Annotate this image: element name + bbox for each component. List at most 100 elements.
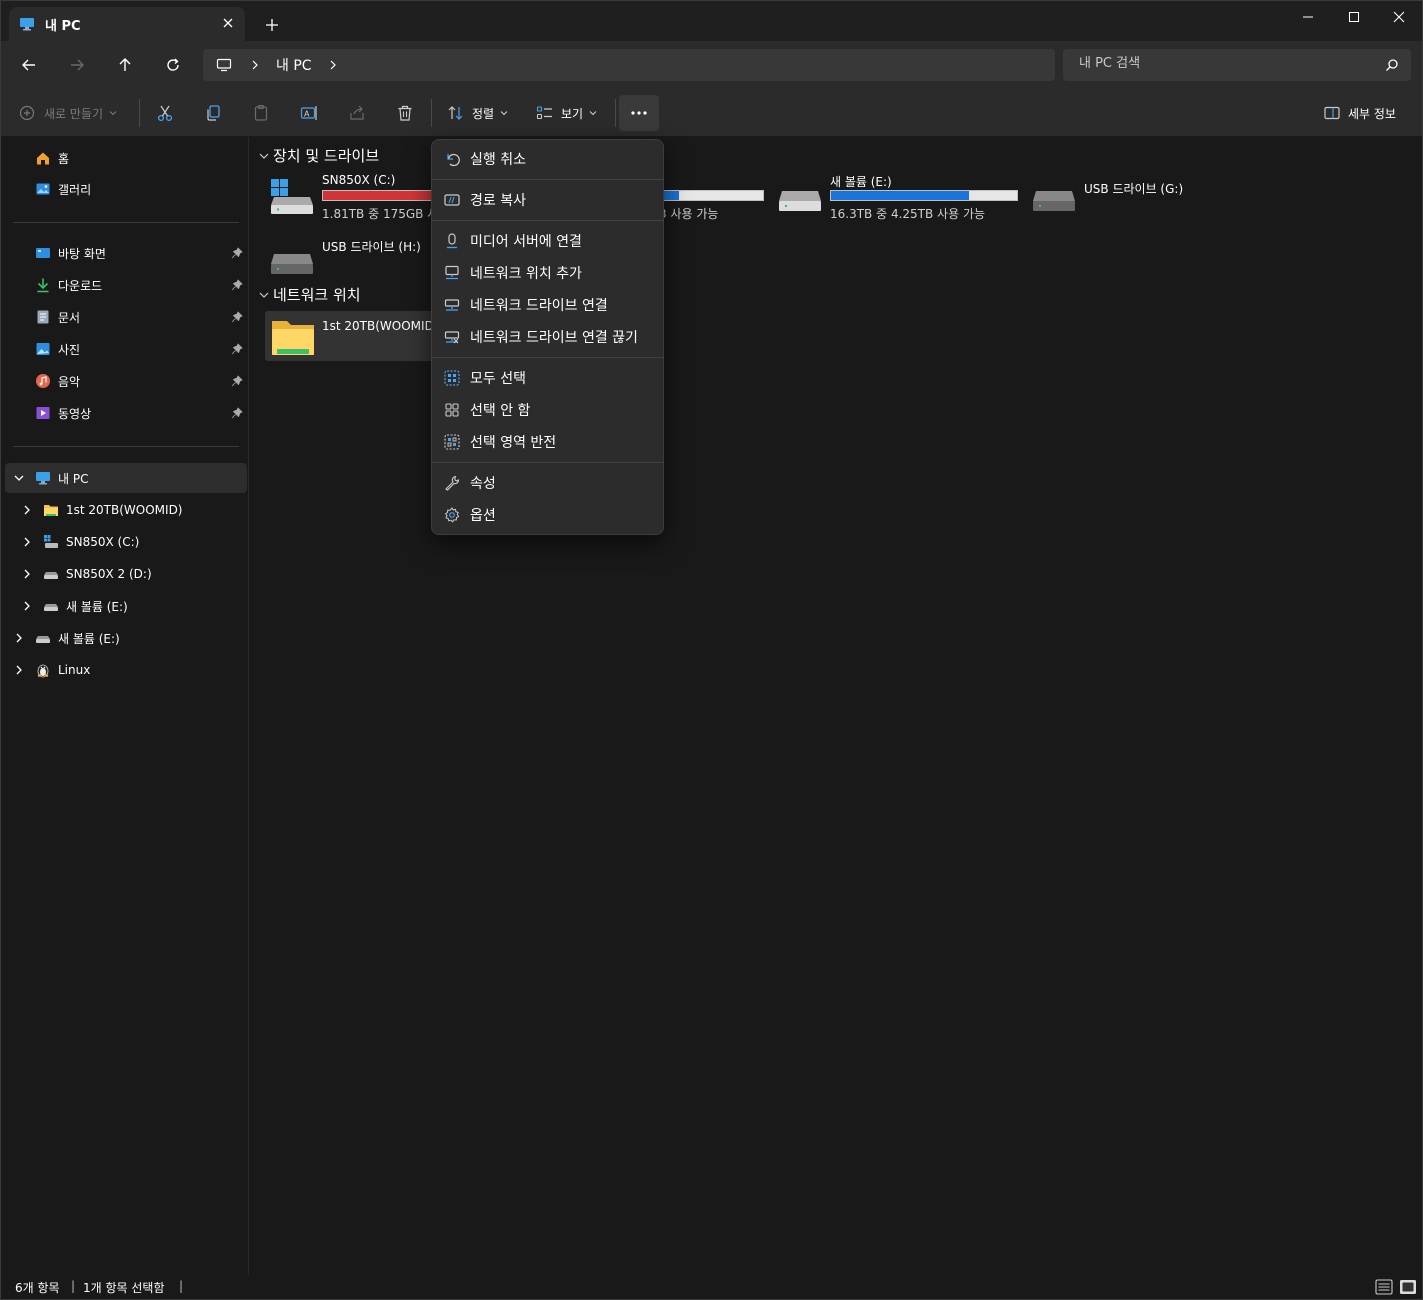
view-button[interactable]: 보기 — [536, 97, 597, 129]
new-tab-icon[interactable] — [263, 16, 281, 34]
close-window-button[interactable] — [1376, 5, 1422, 29]
maximize-button[interactable] — [1331, 5, 1377, 29]
sidebar-item-downloads[interactable]: 다운로드 — [5, 270, 247, 300]
sidebar-item-pictures[interactable]: 사진 — [5, 334, 247, 364]
drive-tile-usb-g[interactable]: USB 드라이브 (G:) — [1032, 173, 1232, 223]
copy-button[interactable] — [204, 97, 222, 129]
see-more-menu: 실행 취소 경로 복사 미디어 서버에 연결 네트워크 위치 추가 네트워크 드… — [431, 139, 664, 535]
scissors-icon — [157, 105, 173, 122]
menu-item-select-none[interactable]: 선택 안 함 — [436, 395, 660, 425]
pin-icon[interactable] — [231, 279, 243, 291]
minimize-button[interactable] — [1285, 5, 1331, 29]
chevron-right-icon[interactable] — [13, 632, 25, 644]
sidebar-item-label: 문서 — [58, 310, 81, 325]
large-icons-view-icon[interactable] — [1399, 1279, 1417, 1295]
close-tab-icon[interactable] — [221, 16, 235, 30]
see-more-button[interactable] — [619, 95, 659, 131]
sidebar-item-drive-d[interactable]: SN850X 2 (D:) — [5, 559, 247, 589]
tab-title: 내 PC — [45, 18, 81, 34]
network-location-item[interactable]: 1st 20TB(WOOMID) — [265, 311, 439, 361]
menu-separator — [432, 220, 663, 221]
devices-section-header[interactable]: 장치 및 드라이브 — [258, 145, 379, 166]
search-input[interactable] — [1079, 56, 1379, 71]
sidebar-item-drive-e-root[interactable]: 새 볼륨 (E:) — [5, 623, 247, 653]
toolbar-separator — [615, 99, 616, 127]
pin-icon[interactable] — [231, 375, 243, 387]
menu-item-copy-path[interactable]: 경로 복사 — [436, 185, 660, 215]
chevron-right-icon[interactable] — [21, 536, 33, 548]
pictures-icon — [36, 343, 50, 355]
chevron-right-icon[interactable] — [21, 600, 33, 612]
content-pane: 장치 및 드라이브 SN850X (C:) 1.81TB 중 175GB 사 3… — [250, 137, 1422, 1275]
pin-icon[interactable] — [231, 247, 243, 259]
search-box[interactable] — [1063, 49, 1411, 81]
chevron-right-icon[interactable] — [21, 504, 33, 516]
menu-item-label: 네트워크 드라이브 연결 끊기 — [470, 330, 638, 346]
rename-icon: A — [300, 106, 317, 120]
share-button[interactable] — [348, 97, 366, 129]
section-title: 장치 및 드라이브 — [273, 147, 380, 165]
menu-item-invert-selection[interactable]: 선택 영역 반전 — [436, 427, 660, 457]
paste-button[interactable] — [252, 97, 270, 129]
chevron-right-icon[interactable] — [13, 664, 25, 676]
menu-item-label: 옵션 — [470, 508, 496, 524]
sidebar-item-linux[interactable]: Linux — [5, 655, 247, 685]
menu-item-options[interactable]: 옵션 — [436, 500, 660, 530]
chevron-down-icon[interactable] — [13, 472, 25, 484]
pc-icon — [36, 472, 50, 485]
up-button[interactable] — [113, 53, 137, 77]
sidebar-item-label: 1st 20TB(WOOMID) — [66, 503, 183, 517]
drive-free-space: 1.81TB 중 175GB 사 — [322, 207, 439, 221]
sidebar-item-network-folder[interactable]: 1st 20TB(WOOMID) — [5, 495, 247, 525]
menu-item-select-all[interactable]: 모두 선택 — [436, 363, 660, 393]
tab-my-pc[interactable]: 내 PC — [9, 7, 245, 41]
menu-item-disconnect-network-drive[interactable]: 네트워크 드라이브 연결 끊기 — [436, 322, 660, 352]
pin-icon[interactable] — [231, 407, 243, 419]
sidebar-item-my-pc[interactable]: 내 PC — [5, 463, 247, 493]
new-button[interactable]: 새로 만들기 — [19, 97, 117, 129]
sidebar-item-drive-e[interactable]: 새 볼륨 (E:) — [5, 591, 247, 621]
sidebar-item-label: SN850X (C:) — [66, 535, 140, 549]
sidebar-item-label: SN850X 2 (D:) — [66, 567, 152, 581]
sidebar-item-desktop[interactable]: 바탕 화면 — [5, 238, 247, 268]
linux-icon — [37, 664, 49, 678]
sidebar-item-home[interactable]: 홈 — [5, 143, 247, 173]
details-pane-icon — [1324, 106, 1340, 120]
details-view-icon[interactable] — [1375, 1279, 1393, 1295]
drive-tile-e[interactable]: 새 볼륨 (E:) 16.3TB 중 4.25TB 사용 가능 — [778, 173, 1028, 223]
breadcrumb-my-pc[interactable]: 내 PC — [276, 55, 312, 75]
details-pane-button[interactable]: 세부 정보 — [1324, 97, 1396, 129]
drive-name: SN850X (C:) — [322, 173, 396, 187]
menu-item-connect-media-server[interactable]: 미디어 서버에 연결 — [436, 226, 660, 256]
drive-icon — [36, 636, 50, 643]
chevron-down-icon — [109, 111, 117, 116]
search-icon[interactable] — [1385, 58, 1399, 72]
pin-icon[interactable] — [231, 311, 243, 323]
sidebar-item-videos[interactable]: 동영상 — [5, 398, 247, 428]
forward-button[interactable] — [65, 53, 89, 77]
chevron-right-icon[interactable] — [250, 60, 260, 70]
pin-icon[interactable] — [231, 343, 243, 355]
copy-path-icon — [444, 194, 460, 206]
chevron-right-icon[interactable] — [328, 60, 338, 70]
network-section-header[interactable]: 네트워크 위치 — [258, 284, 361, 305]
sidebar-item-drive-c[interactable]: SN850X (C:) — [5, 527, 247, 557]
menu-item-properties[interactable]: 속성 — [436, 468, 660, 498]
back-button[interactable] — [17, 53, 41, 77]
cut-button[interactable] — [156, 97, 174, 129]
menu-item-map-network-drive[interactable]: 네트워크 드라이브 연결 — [436, 290, 660, 320]
rename-button[interactable]: A — [300, 97, 318, 129]
music-icon — [36, 374, 50, 388]
share-icon — [350, 105, 364, 120]
sort-button[interactable]: 정렬 — [447, 97, 508, 129]
sidebar-item-gallery[interactable]: 갤러리 — [5, 174, 247, 204]
chevron-right-icon[interactable] — [21, 568, 33, 580]
address-bar[interactable]: 내 PC — [203, 49, 1055, 81]
menu-item-add-network-location[interactable]: 네트워크 위치 추가 — [436, 258, 660, 288]
sidebar-item-documents[interactable]: 문서 — [5, 302, 247, 332]
sidebar-item-music[interactable]: 음악 — [5, 366, 247, 396]
menu-item-undo[interactable]: 실행 취소 — [436, 144, 660, 174]
svg-text:A: A — [304, 110, 310, 119]
delete-button[interactable] — [396, 97, 414, 129]
refresh-button[interactable] — [161, 53, 185, 77]
